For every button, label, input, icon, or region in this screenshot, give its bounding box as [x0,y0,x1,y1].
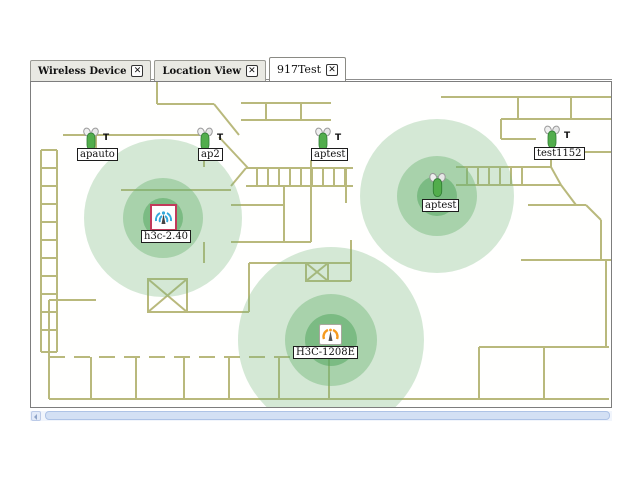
t-marker: T [217,133,223,143]
scrollbar-thumb[interactable] [45,411,610,420]
scroll-left-arrow-icon[interactable] [31,411,41,421]
close-icon[interactable]: ✕ [131,65,143,77]
tab-location-view[interactable]: Location View ✕ [154,60,265,81]
close-icon[interactable]: ✕ [246,65,258,77]
tab-917test[interactable]: 917Test ✕ [269,57,346,81]
orange-antenna-icon [320,325,341,344]
ap-label-h3c-1208e[interactable]: H3C-1208E [293,346,358,359]
ap-label-apauto[interactable]: apauto [77,148,118,161]
ap-label-h3c-240[interactable]: h3c-2.40 [141,230,191,243]
ap-label-ap2[interactable]: ap2 [198,148,223,161]
blue-antenna-icon [152,206,175,229]
ap-device-aptest[interactable] [428,172,447,202]
t-marker: T [564,131,570,141]
t-marker: T [335,133,341,143]
close-icon[interactable]: ✕ [326,64,338,76]
antenna-icon [543,125,561,149]
ap-device-h3c-1208e[interactable] [319,324,342,345]
antenna-icon [428,172,447,198]
horizontal-scrollbar[interactable] [30,411,612,421]
ap-label-test1152[interactable]: test1152 [534,147,585,160]
tab-wireless-device[interactable]: Wireless Device ✕ [30,60,151,81]
tab-label: Location View [162,66,240,77]
application-window: Wireless Device ✕ Location View ✕ 917Tes… [0,0,640,480]
tab-label: Wireless Device [38,66,126,77]
tab-label: 917Test [277,63,321,76]
ap-label-aptest[interactable]: aptest [422,199,459,212]
coverage-areas [84,119,514,408]
ap-label-aptest-top[interactable]: aptest [311,148,348,161]
ap-device-h3c-240-selected[interactable] [150,204,177,231]
floor-map-panel[interactable]: T apauto T ap2 T aptest [30,81,612,408]
t-marker: T [103,133,109,143]
tab-bar: Wireless Device ✕ Location View ✕ 917Tes… [30,57,349,81]
